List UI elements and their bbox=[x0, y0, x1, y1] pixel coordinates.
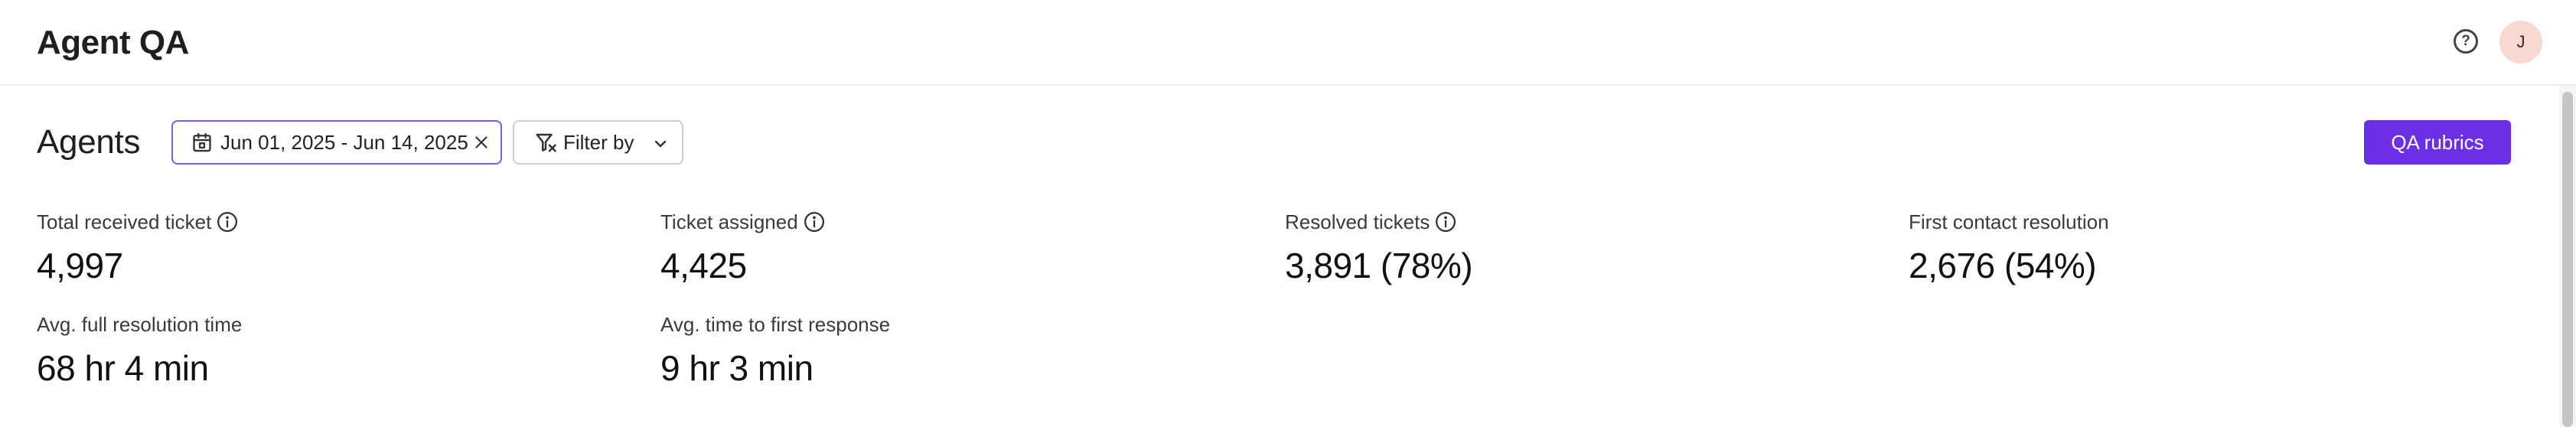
section-title: Agents bbox=[37, 123, 141, 161]
top-app-bar: Agent QA ? J bbox=[0, 0, 2576, 86]
info-icon[interactable] bbox=[216, 210, 239, 233]
filter-icon bbox=[536, 133, 556, 152]
metric-label: Avg. full resolution time bbox=[37, 312, 243, 336]
filter-by-dropdown[interactable]: Filter by bbox=[513, 120, 683, 165]
metric-total-received: Total received ticket 4,997 bbox=[37, 209, 239, 287]
metric-value: 3,891 (78%) bbox=[1285, 246, 1473, 285]
chevron-down-icon bbox=[654, 140, 667, 148]
metric-label: Resolved tickets bbox=[1285, 209, 1472, 235]
metric-ticket-assigned: Ticket assigned 4,425 bbox=[660, 209, 826, 287]
metric-value: 4,997 bbox=[37, 246, 123, 285]
metric-resolved-tickets: Resolved tickets 3,891 (78%) bbox=[1285, 209, 1473, 287]
metric-value: 68 hr 4 min bbox=[37, 348, 209, 388]
metric-avg-first-response: Avg. time to first response 9 hr 3 min bbox=[660, 311, 890, 390]
help-icon[interactable]: ? bbox=[2454, 29, 2478, 54]
clear-date-icon[interactable] bbox=[471, 132, 491, 152]
calendar-icon bbox=[193, 132, 211, 152]
metric-label: Avg. time to first response bbox=[660, 312, 891, 336]
metric-value: 9 hr 3 min bbox=[660, 348, 814, 388]
metric-value: 4,425 bbox=[660, 246, 747, 285]
app-title: Agent QA bbox=[37, 24, 189, 61]
info-icon[interactable] bbox=[803, 210, 826, 233]
filter-by-label: Filter by bbox=[563, 130, 634, 154]
metric-label: First contact resolution bbox=[1909, 210, 2109, 233]
metric-value: 2,676 (54%) bbox=[1909, 246, 2097, 285]
date-range-picker[interactable]: Jun 01, 2025 - Jun 14, 2025 bbox=[171, 120, 502, 165]
metric-label: Ticket assigned bbox=[660, 209, 826, 235]
qa-rubrics-button[interactable]: QA rubrics bbox=[2364, 120, 2511, 165]
info-icon[interactable] bbox=[1434, 210, 1457, 233]
date-range-value: Jun 01, 2025 - Jun 14, 2025 bbox=[220, 130, 468, 154]
user-avatar[interactable]: J bbox=[2499, 21, 2542, 64]
scrollbar-thumb[interactable] bbox=[2562, 92, 2573, 427]
metric-avg-full-resolution: Avg. full resolution time 68 hr 4 min bbox=[37, 311, 242, 390]
metric-label: Total received ticket bbox=[37, 209, 239, 235]
metric-first-contact-resolution: First contact resolution 2,676 (54%) bbox=[1909, 209, 2109, 287]
